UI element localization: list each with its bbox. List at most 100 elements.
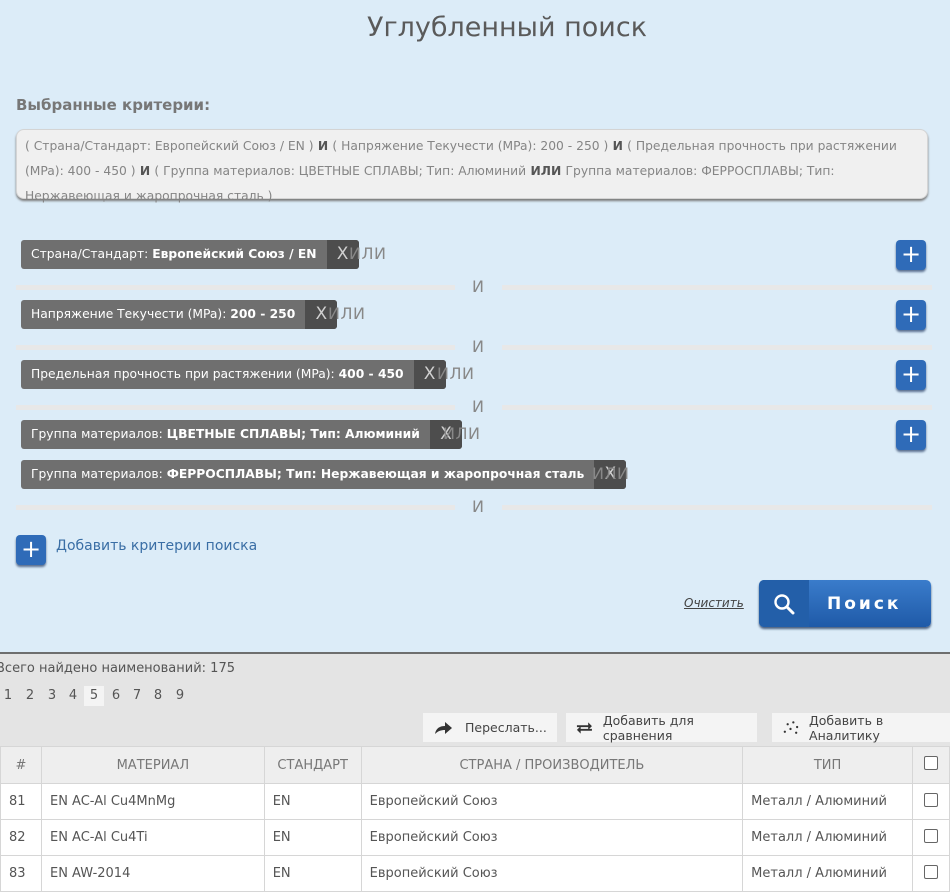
forward-button[interactable]: Переслать... bbox=[423, 713, 557, 742]
row-checkbox[interactable] bbox=[924, 792, 938, 807]
page-link[interactable]: 1 bbox=[0, 686, 18, 706]
search-button-label: Поиск bbox=[827, 593, 902, 614]
page-link[interactable]: 3 bbox=[42, 686, 62, 706]
criterion-chip-country: Страна/Стандарт: Европейский Союз / EN X bbox=[21, 240, 359, 269]
chip-value: ФЕРРОСПЛАВЫ; Тип: Нержавеющая и жаропроч… bbox=[166, 467, 585, 481]
chip-value: ЦВЕТНЫЕ СПЛАВЫ; Тип: Алюминий bbox=[166, 427, 420, 441]
swap-arrows-icon bbox=[576, 721, 592, 734]
row-checkbox[interactable] bbox=[924, 828, 938, 843]
criterion-chip-material-group: Группа материалов: ФЕРРОСПЛАВЫ; Тип: Нер… bbox=[21, 460, 627, 489]
and-label: И bbox=[472, 397, 484, 416]
scatter-dots-icon bbox=[783, 720, 799, 734]
material-link[interactable]: EN AW-2014 bbox=[40, 855, 265, 892]
select-all-cell bbox=[912, 746, 950, 784]
add-criteria-link[interactable]: Добавить критерии поиска bbox=[56, 538, 257, 554]
or-label: ИЛИ bbox=[349, 244, 387, 263]
summary-operator: И bbox=[313, 139, 333, 153]
table-row: 82 EN AC-Al Cu4Ti EN Европейский Союз Ме… bbox=[0, 819, 950, 856]
row-standard: EN bbox=[263, 855, 362, 892]
summary-operator: И bbox=[608, 139, 628, 153]
clear-link[interactable]: Очистить bbox=[684, 596, 744, 610]
search-button[interactable]: Поиск bbox=[759, 580, 931, 627]
row-number: 81 bbox=[0, 783, 42, 820]
chip-key: Предельная прочность при растяжении (MPa… bbox=[31, 367, 335, 381]
row-standard: EN bbox=[263, 819, 362, 856]
page-link[interactable]: 7 bbox=[127, 686, 147, 706]
divider bbox=[502, 505, 932, 510]
chip-key: Страна/Стандарт: bbox=[31, 247, 149, 261]
divider bbox=[502, 405, 932, 410]
total-found: Всего найдено наименований: 175 bbox=[0, 661, 235, 676]
summary-operator: ИЛИ bbox=[526, 164, 566, 178]
page-title: Углубленный поиск bbox=[366, 12, 648, 43]
chip-value: Европейский Союз / EN bbox=[152, 247, 317, 261]
add-criteria-button[interactable]: + bbox=[16, 535, 46, 565]
column-header-number: # bbox=[0, 746, 42, 784]
add-to-analytics-button[interactable]: Добавить в Аналитику bbox=[772, 712, 950, 743]
summary-part: ( Напряжение Текучести (MPa): 200 - 250 … bbox=[332, 139, 609, 153]
column-header-standard[interactable]: СТАНДАРТ bbox=[263, 746, 362, 784]
results-table: # МАТЕРИАЛ СТАНДАРТ СТРАНА / ПРОИЗВОДИТЕ… bbox=[0, 746, 950, 892]
page-link[interactable]: 6 bbox=[106, 686, 126, 706]
row-type: Металл / Алюминий bbox=[742, 819, 913, 856]
material-link[interactable]: EN AC-Al Cu4MnMg bbox=[40, 783, 265, 820]
divider bbox=[16, 285, 455, 290]
page-link[interactable]: 8 bbox=[148, 686, 168, 706]
row-country: Европейский Союз bbox=[360, 783, 744, 820]
row-checkbox[interactable] bbox=[924, 864, 938, 879]
row-number: 82 bbox=[0, 819, 42, 856]
divider bbox=[16, 505, 455, 510]
or-label: ИЛИ bbox=[443, 424, 481, 443]
summary-part: ( Группа материалов: ЦВЕТНЫЕ СПЛАВЫ; Тип… bbox=[154, 164, 527, 178]
divider bbox=[502, 345, 932, 350]
or-label: ИЛИ bbox=[592, 464, 630, 483]
summary-operator: И bbox=[135, 164, 155, 178]
table-header-row: # МАТЕРИАЛ СТАНДАРТ СТРАНА / ПРОИЗВОДИТЕ… bbox=[0, 746, 950, 784]
or-label: ИЛИ bbox=[328, 304, 366, 323]
column-header-material[interactable]: МАТЕРИАЛ bbox=[40, 746, 265, 784]
chip-value: 200 - 250 bbox=[230, 307, 296, 321]
table-row: 81 EN AC-Al Cu4MnMg EN Европейский Союз … bbox=[0, 783, 950, 820]
or-label: ИЛИ bbox=[437, 364, 475, 383]
criterion-chip-yield-strength: Напряжение Текучести (MPa): 200 - 250 X bbox=[21, 300, 338, 329]
add-or-button[interactable]: + bbox=[896, 300, 926, 330]
analytics-label: Добавить в Аналитику bbox=[809, 712, 884, 743]
criterion-chip-material-group: Группа материалов: ЦВЕТНЫЕ СПЛАВЫ; Тип: … bbox=[21, 420, 462, 449]
row-number: 83 bbox=[0, 855, 42, 892]
chip-key: Группа материалов: bbox=[31, 427, 163, 441]
column-header-country[interactable]: СТРАНА / ПРОИЗВОДИТЕЛЬ bbox=[360, 746, 744, 784]
compare-label: Добавить для сравнения bbox=[602, 712, 694, 743]
chip-key: Напряжение Текучести (MPa): bbox=[31, 307, 227, 321]
share-arrow-icon bbox=[435, 721, 452, 734]
summary-part: ( Страна/Стандарт: Европейский Союз / EN… bbox=[25, 139, 314, 153]
and-label: И bbox=[472, 277, 484, 296]
and-label: И bbox=[472, 497, 484, 516]
column-header-type[interactable]: ТИП bbox=[742, 746, 913, 784]
row-type: Металл / Алюминий bbox=[742, 783, 913, 820]
add-to-compare-button[interactable]: Добавить для сравнения bbox=[566, 712, 757, 743]
page-link[interactable]: 2 bbox=[20, 686, 40, 706]
divider bbox=[502, 285, 932, 290]
divider bbox=[16, 345, 455, 350]
forward-label: Переслать... bbox=[465, 720, 547, 735]
row-country: Европейский Союз bbox=[360, 819, 744, 856]
add-or-button[interactable]: + bbox=[896, 420, 926, 450]
page-link[interactable]: 9 bbox=[170, 686, 190, 706]
page-link[interactable]: 4 bbox=[63, 686, 83, 706]
material-link[interactable]: EN AC-Al Cu4Ti bbox=[40, 819, 265, 856]
selected-criteria-summary: ( Страна/Стандарт: Европейский Союз / EN… bbox=[16, 129, 928, 203]
row-country: Европейский Союз bbox=[360, 855, 744, 892]
add-or-button[interactable]: + bbox=[896, 240, 926, 270]
add-or-button[interactable]: + bbox=[896, 360, 926, 390]
row-type: Металл / Алюминий bbox=[742, 855, 913, 892]
row-standard: EN bbox=[263, 783, 362, 820]
select-all-checkbox[interactable] bbox=[924, 756, 938, 770]
selected-criteria-label: Выбранные критерии: bbox=[16, 96, 211, 114]
table-row: 83 EN AW-2014 EN Европейский Союз Металл… bbox=[0, 855, 950, 892]
search-icon bbox=[759, 580, 809, 627]
and-label: И bbox=[472, 337, 484, 356]
criterion-chip-tensile-strength: Предельная прочность при растяжении (MPa… bbox=[21, 360, 446, 389]
page-link-current[interactable]: 5 bbox=[84, 686, 104, 706]
divider bbox=[16, 405, 455, 410]
chip-key: Группа материалов: bbox=[31, 467, 163, 481]
